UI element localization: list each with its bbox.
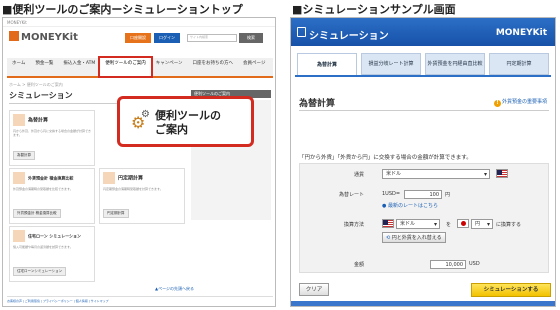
tab-deposit-compare[interactable]: 外貨預金を円経由直比較 — [425, 53, 485, 75]
calculator-icon — [297, 27, 306, 37]
rate-unit: 円 — [445, 192, 451, 198]
rate-label: 為替レート — [338, 192, 364, 198]
chart-icon — [13, 172, 25, 184]
global-nav: ホーム 預金一覧 振込入金・ATM 便利ツールのご案内 キャンペーン 口座をお持… — [7, 56, 273, 78]
card-title: 外貨預金計 積金換算比較 — [28, 175, 74, 181]
nav-member[interactable]: 会員ページ — [238, 58, 270, 76]
footer-links[interactable]: お客様の声 | ご利用環境 | プライバシーポリシー | 個人情報 | サイトマ… — [7, 296, 273, 306]
site-search-button[interactable]: 検索 — [239, 33, 263, 43]
nav-account-holders[interactable]: 口座をお持ちの方へ — [188, 58, 239, 76]
us-flag-icon — [382, 219, 394, 228]
latest-rate-link[interactable]: ● 最新のレートはこちら — [382, 202, 438, 209]
description: 「円から外貨」「外貨から円」に交換する場合の金額が計算できます。 — [299, 155, 472, 161]
brand-logo: MONEYKit — [495, 28, 547, 38]
login-button[interactable]: ログイン — [154, 33, 180, 43]
currency-label: 通貨 — [353, 172, 364, 178]
callout-line2: ご案内 — [155, 123, 188, 136]
card-deposit-compare: 外貨預金計 積金換算比較 外貨預金の満期時の受取額を比較できます。 外貨預金計 … — [9, 168, 95, 224]
notice-link[interactable]: ! 外貨預金の重要事項 — [493, 98, 547, 107]
nav-home[interactable]: ホーム — [7, 58, 30, 76]
notice-text: 外貨預金の重要事項 — [501, 99, 547, 105]
tab-yen-time-deposit[interactable]: 円定期計算 — [489, 53, 549, 75]
run-simulation-button[interactable]: シミュレーションする — [471, 283, 551, 297]
site-logo[interactable]: MONEYKit — [9, 31, 78, 43]
tab-fx-calc[interactable]: 為替計算 — [297, 53, 357, 75]
card-title: 住宅ローン シミュレーション — [28, 233, 82, 239]
card-button[interactable]: 為替計算 — [13, 151, 35, 160]
amount-input[interactable]: 10,000 — [430, 260, 466, 269]
card-desc: 借入可能額や毎月の返済額を試算できます。 — [13, 245, 73, 249]
latest-rate-link-text: 最新のレートはこちら — [387, 203, 438, 209]
calculator-icon — [13, 114, 25, 126]
left-caption: ■便利ツールのご案内ーシミュレーショントップ — [2, 3, 243, 16]
from-currency-select[interactable]: 米ドル — [396, 219, 440, 229]
method-label: 換算方法 — [343, 222, 364, 228]
card-desc: 円から外貨、外貨から円に交換する場合の金額が計算できます。 — [13, 129, 91, 137]
card-title: 為替計算 — [28, 117, 49, 124]
warning-icon: ! — [493, 100, 501, 107]
site-search-input[interactable]: サイト内検索 — [187, 34, 237, 42]
card-button[interactable]: 住宅ローンシミュレーション — [13, 267, 67, 276]
logo-icon — [9, 31, 19, 41]
calc-form: 通貨 米ドル 為替レート 1USD= 100 円 ● 最新のレートはこちら 換算… — [299, 163, 549, 273]
nav-transfer[interactable]: 振込入金・ATM — [58, 58, 100, 76]
to-currency-select[interactable]: 円 — [471, 219, 493, 229]
nav-campaign[interactable]: キャンペーン — [151, 58, 188, 76]
rate-prefix: 1USD= — [382, 191, 401, 197]
tools-callout: ⚙ ⚙ 便利ツールの ご案内 — [117, 96, 254, 147]
tab-breakeven[interactable]: 損益分岐レート計算 — [361, 53, 421, 75]
tab-underline — [295, 75, 551, 77]
app-header: シミュレーション MONEYKit — [291, 18, 555, 46]
simulation-sample-screenshot: シミュレーション MONEYKit 為替計算 損益分岐レート計算 外貨預金を円経… — [290, 17, 556, 307]
us-flag-icon — [496, 169, 508, 178]
card-yen-time-deposit: 円定期計算 円定期預金の満期時受取額を計算できます。 円定期計算 — [99, 168, 185, 224]
card-fx-calc: 為替計算 円から外貨、外貨から円に交換する場合の金額が計算できます。 為替計算 — [9, 110, 95, 166]
card-title: 円定期計算 — [118, 175, 144, 182]
swap-button[interactable]: ⟲ 円と外貨を入れ替える — [382, 232, 446, 243]
right-caption: ■シミュレーションサンプル画面 — [292, 3, 456, 16]
result-bar — [291, 301, 555, 306]
simulation-top-screenshot: MONEYKit MONEYKit 口座開設 ログイン サイト内検索 検索 ホー… — [2, 17, 276, 307]
swap-button-label: 円と外貨を入れ替える — [391, 235, 442, 241]
clear-button[interactable]: クリア — [299, 283, 329, 296]
card-desc: 外貨預金の満期時の受取額を比較できます。 — [13, 187, 73, 191]
utility-bar: MONEYKit — [3, 18, 275, 27]
card-housing-loan: 住宅ローン シミュレーション 借入可能額や毎月の返済額を試算できます。 住宅ロー… — [9, 226, 95, 282]
tab-bar: 為替計算 損益分岐レート計算 外貨預金を円経由直比較 円定期計算 — [295, 53, 551, 75]
jp-flag-icon — [457, 219, 469, 228]
app-title: シミュレーション — [309, 31, 389, 42]
amount-unit: USD — [469, 261, 480, 267]
callout-line1: 便利ツールの — [155, 109, 221, 122]
open-account-button[interactable]: 口座開設 — [125, 33, 151, 43]
card-button[interactable]: 円定期計算 — [103, 209, 129, 218]
section-divider — [299, 110, 549, 111]
page-top-link[interactable]: ▲ページの先頭へ戻る — [155, 286, 194, 292]
small-gear-icon: ⚙ — [141, 109, 150, 120]
currency-select[interactable]: 米ドル — [382, 169, 490, 179]
site-header: MONEYKit 口座開設 ログイン サイト内検索 検索 — [3, 27, 275, 49]
logo-text: MONEYKit — [21, 32, 78, 43]
amount-label: 金額 — [353, 262, 364, 268]
callout-text: 便利ツールの ご案内 — [155, 109, 221, 137]
method-mid: を — [446, 222, 452, 228]
nav-deposits[interactable]: 預金一覧 — [30, 58, 58, 76]
section-title: 為替計算 — [299, 99, 336, 109]
rate-input[interactable]: 100 — [404, 190, 442, 199]
breadcrumb: ホーム > 便利ツールのご案内 — [9, 82, 63, 87]
card-button[interactable]: 外貨預金計 積金換算比較 — [13, 209, 61, 218]
method-suffix: に換算する — [496, 222, 522, 228]
house-icon — [13, 230, 25, 242]
nav-tools[interactable]: 便利ツールのご案内 — [98, 56, 153, 78]
yen-icon — [103, 172, 115, 184]
page-title: シミュレーション — [9, 91, 73, 100]
card-desc: 円定期預金の満期時受取額を計算できます。 — [103, 187, 163, 191]
